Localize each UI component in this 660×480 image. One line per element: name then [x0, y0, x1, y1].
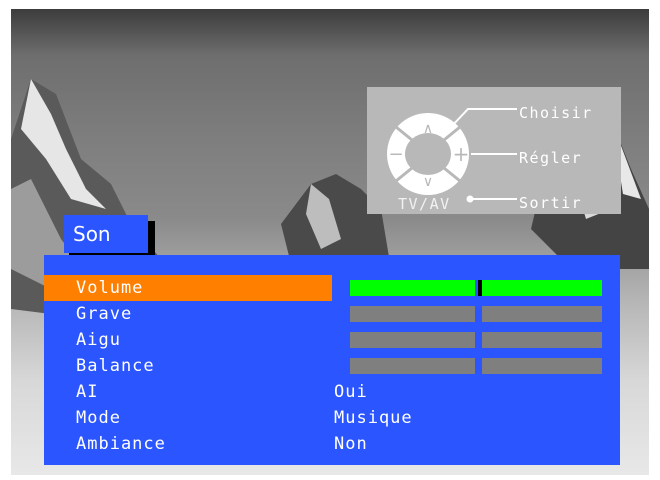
volume-level-bar[interactable] — [350, 280, 602, 296]
help-label-regler: Régler — [519, 149, 583, 167]
balance-level-bar[interactable] — [350, 358, 602, 374]
menu-item-grave[interactable]: Grave — [44, 301, 332, 327]
grave-bar-left — [350, 306, 475, 322]
ambiance-value: Non — [334, 434, 368, 454]
ai-value: Oui — [334, 382, 368, 402]
help-label-sortir: Sortir — [519, 194, 583, 212]
up-arrow-icon: ∧ — [423, 121, 433, 137]
down-arrow-icon: ∨ — [423, 174, 433, 190]
tv-screen: ∧ ∨ − + Choisir Régler Sortir TV/AV Son … — [11, 9, 649, 475]
aigu-level-bar[interactable] — [350, 332, 602, 348]
menu-item-volume[interactable]: Volume — [44, 275, 332, 301]
mode-value: Musique — [334, 408, 413, 428]
tv-av-label: TV/AV — [398, 195, 451, 213]
plus-icon: + — [453, 142, 470, 166]
menu-item-aigu[interactable]: Aigu — [44, 327, 332, 353]
aigu-bar-left — [350, 332, 475, 348]
menu-item-balance[interactable]: Balance — [44, 353, 332, 379]
help-label-choisir: Choisir — [519, 104, 593, 122]
sound-menu-panel: Volume Grave Aigu Balance AI Oui Mode Mu… — [44, 255, 620, 465]
menu-title: Son — [64, 215, 148, 253]
menu-item-mode[interactable]: Mode — [44, 405, 332, 431]
minus-icon: − — [388, 144, 403, 165]
menu-item-ambiance[interactable]: Ambiance — [44, 431, 332, 457]
volume-bar-left — [350, 280, 475, 296]
aigu-bar-right — [482, 332, 602, 348]
balance-bar-left — [350, 358, 475, 374]
menu-item-ai[interactable]: AI — [44, 379, 332, 405]
volume-bar-right — [482, 280, 602, 296]
balance-bar-right — [482, 358, 602, 374]
remote-help-panel: ∧ ∨ − + Choisir Régler Sortir TV/AV — [367, 87, 621, 214]
grave-bar-right — [482, 306, 602, 322]
grave-level-bar[interactable] — [350, 306, 602, 322]
